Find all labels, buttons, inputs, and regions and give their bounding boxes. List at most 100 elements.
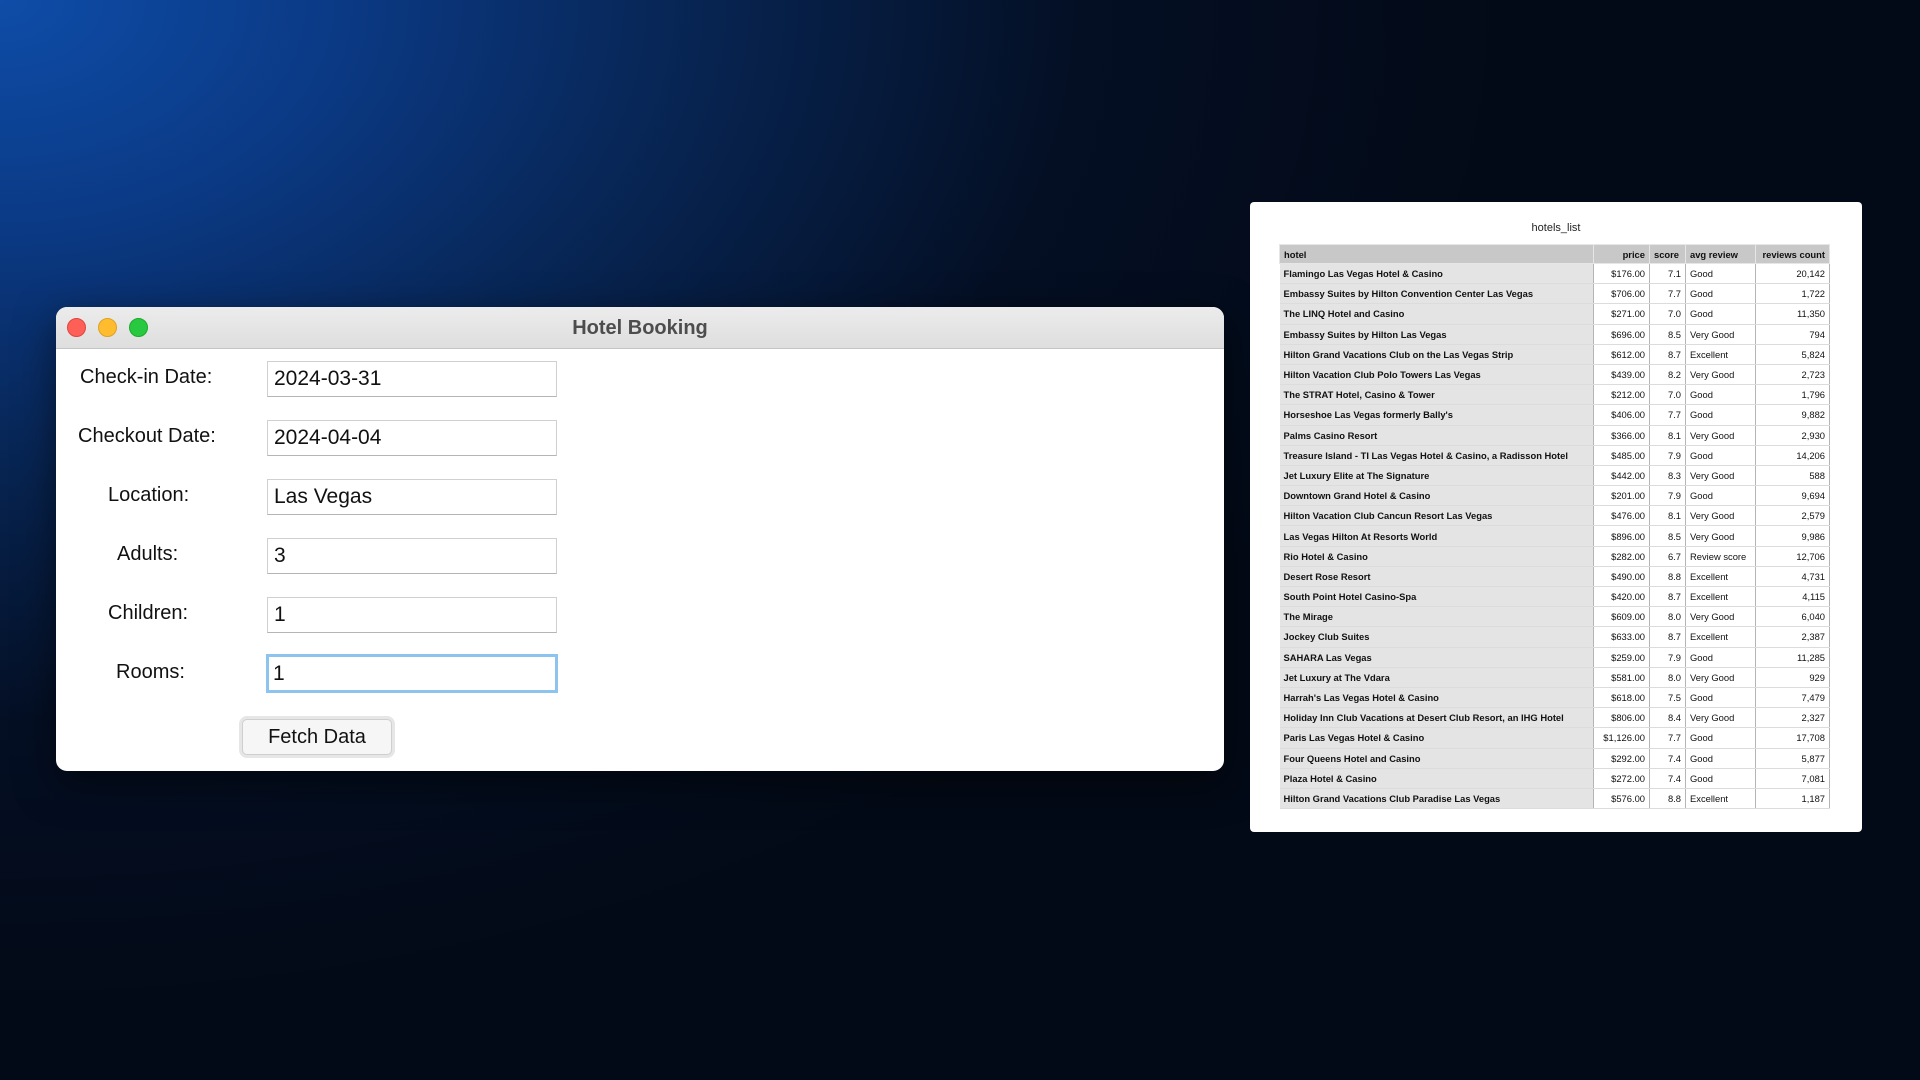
cell-reviews-count: 5,877 <box>1755 748 1830 769</box>
cell-reviews-count: 2,327 <box>1755 707 1830 729</box>
table-header-row: hotel price score avg review reviews count <box>1279 244 1830 264</box>
cell-price: $581.00 <box>1593 667 1650 688</box>
table-row: Holiday Inn Club Vacations at Desert Clu… <box>1279 707 1830 729</box>
cell-price: $406.00 <box>1593 404 1650 426</box>
column-header-price: price <box>1593 244 1650 264</box>
cell-avg-review: Excellent <box>1685 586 1756 608</box>
cell-reviews-count: 11,350 <box>1755 303 1830 325</box>
cell-score: 8.4 <box>1649 707 1686 729</box>
checkout-date-input[interactable] <box>267 420 557 456</box>
cell-score: 7.7 <box>1649 404 1686 426</box>
table-row: SAHARA Las Vegas $259.00 7.9 Good 11,285 <box>1279 647 1830 668</box>
fetch-data-button[interactable]: Fetch Data <box>242 719 392 755</box>
cell-avg-review: Good <box>1685 404 1756 426</box>
table-row: South Point Hotel Casino-Spa $420.00 8.7 Ex… <box>1279 586 1830 608</box>
cell-hotel: Palms Casino Resort <box>1279 425 1594 446</box>
cell-reviews-count: 9,986 <box>1755 525 1830 547</box>
cell-score: 7.0 <box>1649 384 1686 406</box>
cell-hotel: The STRAT Hotel, Casino & Tower <box>1279 384 1594 406</box>
cell-price: $609.00 <box>1593 606 1650 628</box>
cell-score: 8.3 <box>1649 465 1686 487</box>
cell-reviews-count: 2,930 <box>1755 425 1830 446</box>
cell-avg-review: Good <box>1685 748 1756 769</box>
table-row: Palms Casino Resort $366.00 8.1 Very Good 2,… <box>1279 425 1830 446</box>
cell-score: 8.8 <box>1649 566 1686 588</box>
cell-price: $259.00 <box>1593 647 1650 668</box>
table-row: Embassy Suites by Hilton Convention Cent… <box>1279 283 1830 305</box>
rooms-input[interactable] <box>266 654 558 693</box>
cell-reviews-count: 1,187 <box>1755 788 1830 810</box>
cell-avg-review: Excellent <box>1685 344 1756 365</box>
cell-hotel: Paris Las Vegas Hotel & Casino <box>1279 727 1594 749</box>
cell-reviews-count: 794 <box>1755 324 1830 345</box>
cell-score: 7.4 <box>1649 748 1686 769</box>
table-row: The Mirage $609.00 8.0 Very Good 6,040 <box>1279 606 1830 628</box>
location-input[interactable] <box>267 479 557 515</box>
cell-price: $201.00 <box>1593 485 1650 507</box>
cell-price: $212.00 <box>1593 384 1650 406</box>
cell-price: $485.00 <box>1593 445 1650 466</box>
cell-hotel: Horseshoe Las Vegas formerly Bally's <box>1279 404 1594 426</box>
cell-reviews-count: 929 <box>1755 667 1830 688</box>
cell-avg-review: Good <box>1685 687 1756 709</box>
rooms-label: Rooms: <box>116 661 185 683</box>
cell-hotel: Four Queens Hotel and Casino <box>1279 748 1594 769</box>
cell-score: 7.0 <box>1649 303 1686 325</box>
cell-reviews-count: 12,706 <box>1755 546 1830 567</box>
cell-reviews-count: 1,796 <box>1755 384 1830 406</box>
table-row: Hilton Grand Vacations Club Paradise Las… <box>1279 788 1830 810</box>
cell-score: 6.7 <box>1649 546 1686 567</box>
cell-avg-review: Good <box>1685 768 1756 789</box>
cell-hotel: Hilton Grand Vacations Club Paradise Las… <box>1279 788 1594 810</box>
table-row: Embassy Suites by Hilton Las Vegas $696.0… <box>1279 324 1830 345</box>
cell-price: $292.00 <box>1593 748 1650 769</box>
cell-avg-review: Very Good <box>1685 505 1756 527</box>
table-row: Horseshoe Las Vegas formerly Bally's $406… <box>1279 404 1830 426</box>
cell-hotel: The Mirage <box>1279 606 1594 628</box>
cell-avg-review: Very Good <box>1685 324 1756 345</box>
cell-score: 8.2 <box>1649 364 1686 386</box>
column-header-score: score <box>1649 244 1686 264</box>
title-bar[interactable]: Hotel Booking <box>56 307 1224 349</box>
cell-avg-review: Good <box>1685 384 1756 406</box>
cell-reviews-count: 5,824 <box>1755 344 1830 365</box>
cell-reviews-count: 4,115 <box>1755 586 1830 608</box>
cell-score: 8.8 <box>1649 788 1686 810</box>
cell-reviews-count: 588 <box>1755 465 1830 487</box>
cell-score: 8.7 <box>1649 626 1686 648</box>
checkin-date-input[interactable] <box>267 361 557 397</box>
cell-reviews-count: 2,579 <box>1755 505 1830 527</box>
cell-score: 8.7 <box>1649 344 1686 365</box>
cell-avg-review: Good <box>1685 283 1756 305</box>
cell-reviews-count: 9,882 <box>1755 404 1830 426</box>
cell-hotel: Rio Hotel & Casino <box>1279 546 1594 567</box>
cell-score: 8.1 <box>1649 505 1686 527</box>
cell-price: $476.00 <box>1593 505 1650 527</box>
table-row: Jockey Club Suites $633.00 8.7 Excellent 2,3… <box>1279 626 1830 648</box>
cell-hotel: Jockey Club Suites <box>1279 626 1594 648</box>
cell-price: $706.00 <box>1593 283 1650 305</box>
cell-score: 7.4 <box>1649 768 1686 789</box>
children-input[interactable] <box>267 597 557 633</box>
cell-hotel: Jet Luxury Elite at The Signature <box>1279 465 1594 487</box>
cell-score: 7.1 <box>1649 263 1686 285</box>
cell-score: 7.5 <box>1649 687 1686 709</box>
cell-price: $176.00 <box>1593 263 1650 285</box>
cell-hotel: Flamingo Las Vegas Hotel & Casino <box>1279 263 1594 285</box>
window-title: Hotel Booking <box>572 317 708 339</box>
cell-reviews-count: 20,142 <box>1755 263 1830 285</box>
cell-score: 7.7 <box>1649 283 1686 305</box>
cell-price: $612.00 <box>1593 344 1650 365</box>
cell-reviews-count: 7,081 <box>1755 768 1830 789</box>
cell-score: 8.5 <box>1649 525 1686 547</box>
table-row: Hilton Grand Vacations Club on the Las V… <box>1279 344 1830 365</box>
table-row: Flamingo Las Vegas Hotel & Casino $176.00… <box>1279 263 1830 285</box>
cell-reviews-count: 2,387 <box>1755 626 1830 648</box>
cell-price: $633.00 <box>1593 626 1650 648</box>
table-row: The STRAT Hotel, Casino & Tower $212.00 7.… <box>1279 384 1830 406</box>
cell-avg-review: Excellent <box>1685 626 1756 648</box>
table-row: The LINQ Hotel and Casino $271.00 7.0 Good 1… <box>1279 303 1830 325</box>
adults-input[interactable] <box>267 538 557 574</box>
cell-price: $442.00 <box>1593 465 1650 487</box>
checkin-label: Check-in Date: <box>80 366 213 388</box>
